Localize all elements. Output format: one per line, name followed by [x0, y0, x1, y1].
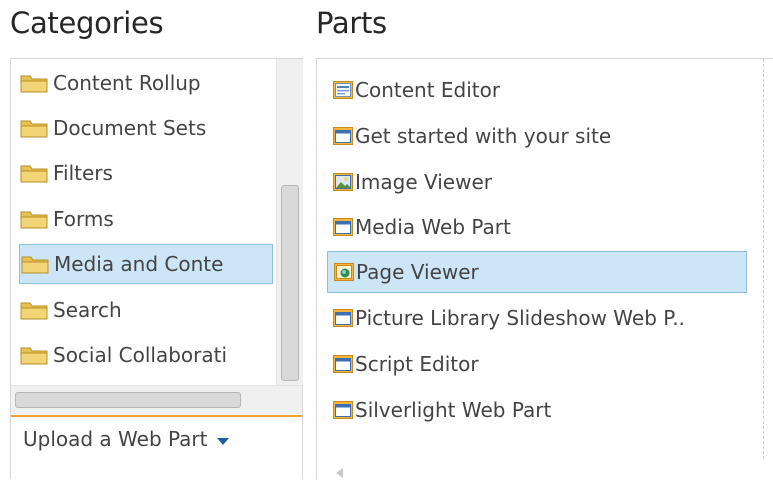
part-label: Get started with your site [355, 124, 612, 148]
categories-heading: Categories [10, 6, 164, 40]
category-label: Filters [53, 161, 113, 185]
category-label: Forms [53, 207, 114, 231]
webpart-window-icon [333, 308, 355, 328]
part-label: Script Editor [355, 352, 479, 376]
folder-icon [19, 72, 53, 94]
image-viewer-icon [333, 172, 355, 192]
part-picture-library-slideshow[interactable]: Picture Library Slideshow Web P.. [327, 297, 747, 339]
category-document-sets[interactable]: Document Sets [19, 108, 267, 148]
part-label: Silverlight Web Part [355, 398, 552, 422]
category-label: Media and Conte [54, 252, 224, 276]
part-script-editor[interactable]: Script Editor [327, 343, 747, 385]
scroll-left-arrow-icon[interactable] [335, 463, 345, 482]
part-label: Media Web Part [355, 215, 511, 239]
upload-web-part-button[interactable]: Upload a Web Part [23, 427, 229, 451]
folder-icon [19, 208, 53, 230]
category-search[interactable]: Search [19, 290, 267, 330]
page-viewer-icon [334, 262, 356, 282]
category-social-collaboration[interactable]: Social Collaborati [19, 335, 267, 375]
parts-heading: Parts [316, 6, 387, 40]
part-label: Page Viewer [356, 260, 479, 284]
panel-edge-divider [763, 59, 764, 459]
vertical-scroll-thumb[interactable] [281, 185, 299, 381]
part-silverlight-web-part[interactable]: Silverlight Web Part [327, 389, 747, 431]
category-label: Social Collaborati [53, 343, 228, 367]
content-editor-icon [333, 80, 355, 100]
category-label: Content Rollup [53, 71, 201, 95]
part-label: Content Editor [355, 78, 501, 102]
parts-panel: Content Editor Get started with your sit… [316, 58, 773, 479]
part-label: Picture Library Slideshow Web P.. [355, 306, 685, 330]
webpart-window-icon [333, 126, 355, 146]
webpart-window-icon [333, 217, 355, 237]
category-filters[interactable]: Filters [19, 153, 267, 193]
categories-panel: Content Rollup Document Sets Filters For… [10, 58, 303, 479]
categories-list: Content Rollup Document Sets Filters For… [11, 59, 275, 389]
part-content-editor[interactable]: Content Editor [327, 69, 747, 111]
vertical-scrollbar[interactable] [276, 59, 303, 385]
category-media-and-content[interactable]: Media and Conte [19, 244, 273, 284]
category-forms[interactable]: Forms [19, 199, 267, 239]
part-get-started[interactable]: Get started with your site [327, 115, 747, 157]
horizontal-scrollbar[interactable] [11, 385, 302, 414]
webpart-window-icon [333, 354, 355, 374]
caret-down-icon [216, 427, 229, 451]
part-page-viewer[interactable]: Page Viewer [327, 251, 747, 293]
folder-icon [19, 344, 53, 366]
folder-icon [19, 299, 53, 321]
divider [11, 415, 302, 417]
folder-icon [20, 253, 54, 275]
category-content-rollup[interactable]: Content Rollup [19, 63, 267, 103]
part-label: Image Viewer [355, 170, 492, 194]
category-label: Document Sets [53, 116, 207, 140]
category-label: Search [53, 298, 122, 322]
folder-icon [19, 117, 53, 139]
upload-label: Upload a Web Part [23, 427, 208, 451]
webpart-window-icon [333, 400, 355, 420]
part-media-web-part[interactable]: Media Web Part [327, 206, 747, 248]
folder-icon [19, 162, 53, 184]
horizontal-scroll-thumb[interactable] [15, 392, 241, 408]
part-image-viewer[interactable]: Image Viewer [327, 161, 747, 203]
